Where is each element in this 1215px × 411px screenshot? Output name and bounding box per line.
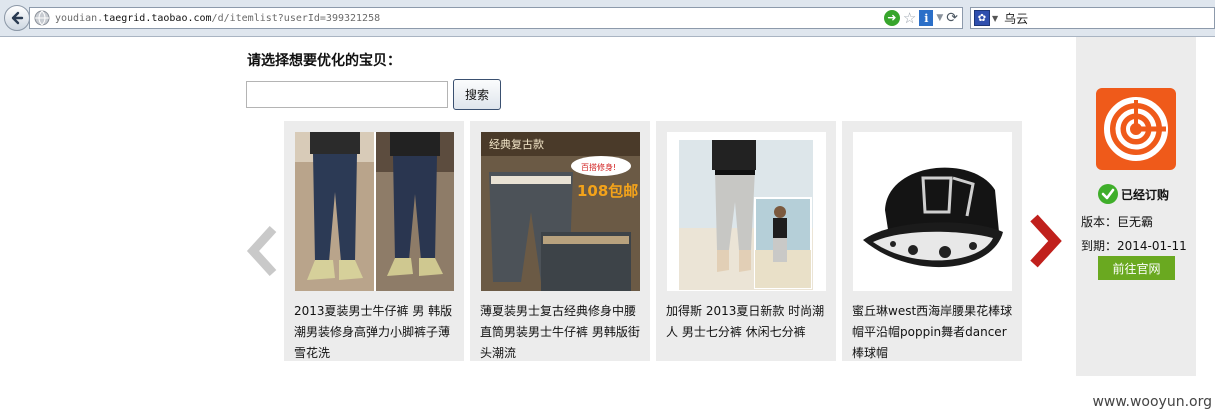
expiry-info: 到期：2014-01-11 <box>1081 239 1187 253</box>
product-image[interactable]: 经典复古款 百搭修身! 108包邮 <box>481 132 640 291</box>
version-info: 版本：巨无霸 <box>1081 215 1154 229</box>
badge-bubble-text: 百搭修身! <box>581 162 616 172</box>
address-bar[interactable]: youdian.taegrid.taobao.com/d/itemlist?us… <box>29 7 963 29</box>
star-icon[interactable]: ☆ <box>903 9 916 27</box>
product-image[interactable] <box>667 132 826 291</box>
reload-icon[interactable]: ⟳ <box>946 10 958 26</box>
browser-search-bar[interactable]: ✿ ▼ 乌云 <box>970 7 1215 29</box>
subscription-status-text: 已经订购 <box>1121 187 1170 202</box>
subscription-status: 已经订购 <box>1098 184 1169 204</box>
search-button[interactable]: 搜索 <box>453 79 501 110</box>
browser-toolbar: youdian.taegrid.taobao.com/d/itemlist?us… <box>0 0 1215 37</box>
info-icon[interactable]: i <box>919 10 934 26</box>
app-logo <box>1096 88 1176 170</box>
official-site-button[interactable]: 前往官网 <box>1098 256 1175 280</box>
product-card[interactable]: 2013夏装男士牛仔裤 男 韩版潮男装修身高弹力小脚裤子薄雪花洗 <box>284 121 464 361</box>
dropdown-icon[interactable]: ▼ <box>936 13 943 23</box>
watermark: www.wooyun.org <box>1092 394 1212 410</box>
product-image[interactable] <box>853 132 1012 291</box>
url-text: youdian.taegrid.taobao.com/d/itemlist?us… <box>55 12 381 24</box>
product-title[interactable]: 蜜丘琳west西海岸腰果花棒球帽平沿帽poppin舞者dancer棒球帽 <box>852 301 1014 364</box>
chevron-right-icon[interactable] <box>1027 214 1063 268</box>
back-button[interactable] <box>4 5 30 31</box>
back-icon <box>11 11 24 25</box>
product-card[interactable]: 蜜丘琳west西海岸腰果花棒球帽平沿帽poppin舞者dancer棒球帽 <box>842 121 1022 361</box>
check-icon <box>1098 184 1118 204</box>
search-engine-icon[interactable]: ✿ <box>974 10 990 26</box>
globe-icon <box>34 10 50 26</box>
product-title[interactable]: 2013夏装男士牛仔裤 男 韩版潮男装修身高弹力小脚裤子薄雪花洗 <box>294 301 456 364</box>
page-title: 请选择想要优化的宝贝： <box>247 53 401 69</box>
browser-search-text[interactable]: 乌云 <box>1004 10 1028 27</box>
product-card[interactable]: 经典复古款 百搭修身! 108包邮 薄夏装男士复古经典修身中腰直筒男装男士牛仔裤… <box>470 121 650 361</box>
badge-top-text: 经典复古款 <box>489 137 544 151</box>
product-title[interactable]: 加得斯 2013夏日新款 时尚潮人 男士七分裤 休闲七分裤 <box>666 301 828 343</box>
subscription-panel: 已经订购 版本：巨无霸 到期：2014-01-11 前往官网 <box>1076 37 1196 376</box>
chevron-left-icon[interactable] <box>245 226 279 276</box>
search-input[interactable] <box>246 81 448 108</box>
product-image[interactable] <box>295 132 454 291</box>
product-card[interactable]: 加得斯 2013夏日新款 时尚潮人 男士七分裤 休闲七分裤 <box>656 121 836 361</box>
product-title[interactable]: 薄夏装男士复古经典修身中腰直筒男装男士牛仔裤 男韩版街头潮流 <box>480 301 642 364</box>
badge-price-text: 108包邮 <box>577 182 638 200</box>
go-icon[interactable]: ➜ <box>883 10 900 26</box>
engine-dropdown-icon[interactable]: ▼ <box>992 14 998 23</box>
